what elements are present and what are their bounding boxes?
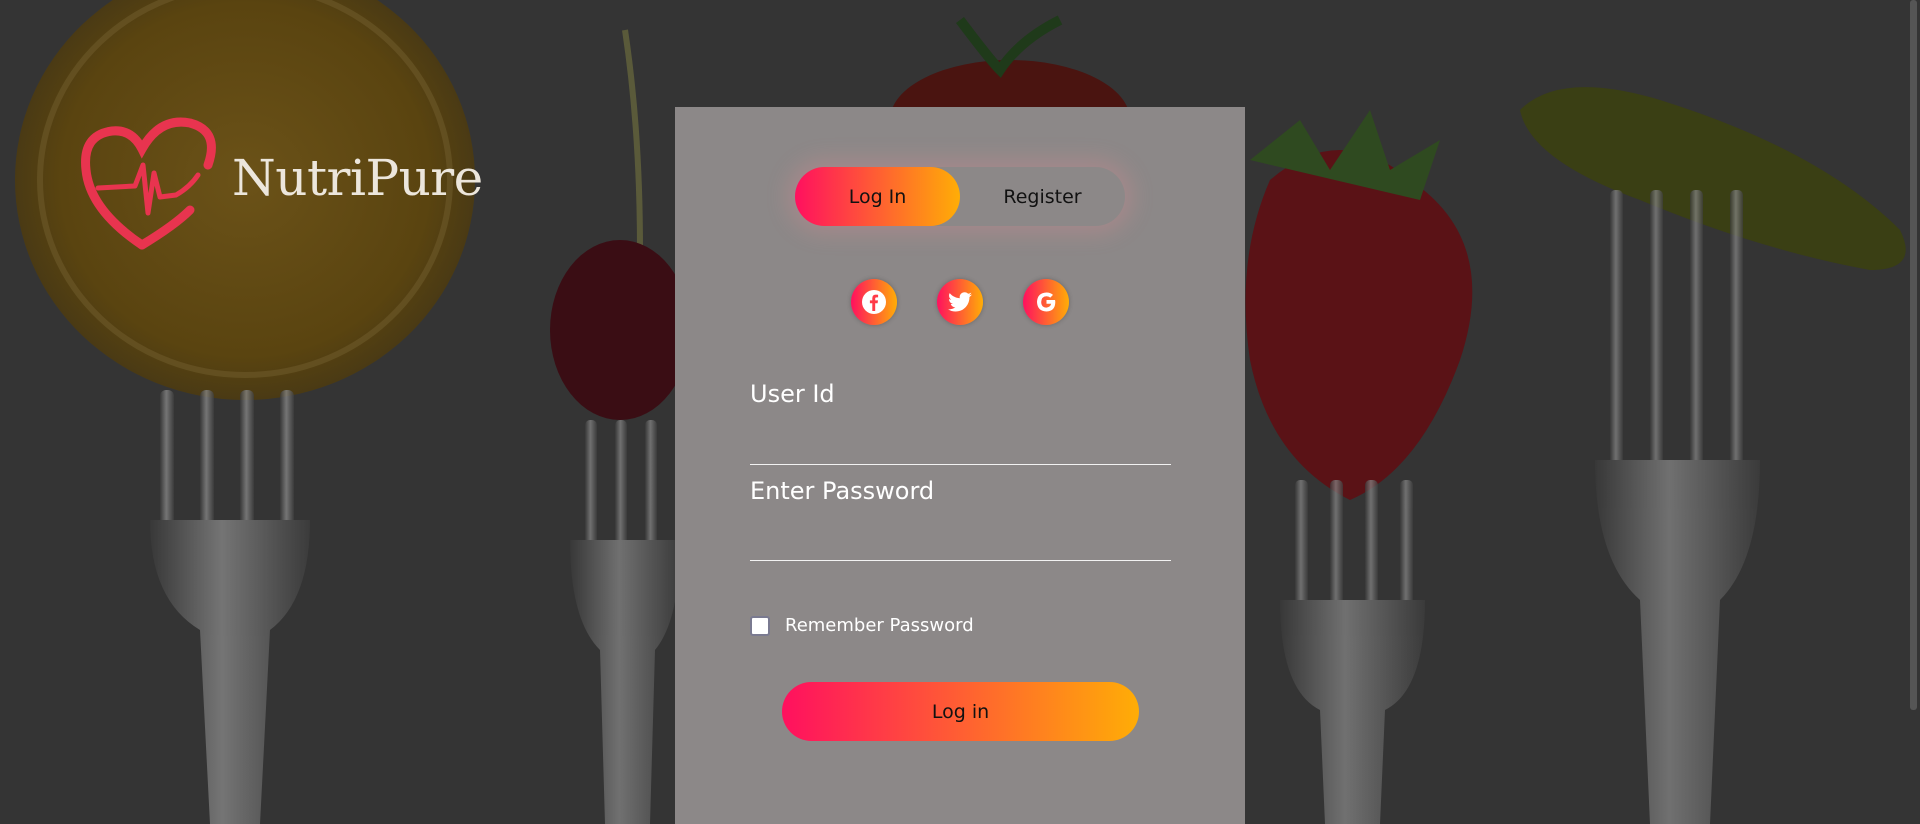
password-input[interactable] <box>750 529 1171 561</box>
google-login-button[interactable] <box>1023 279 1069 325</box>
page-scrollbar[interactable] <box>1910 0 1917 710</box>
facebook-icon <box>862 290 886 314</box>
facebook-login-button[interactable] <box>851 279 897 325</box>
twitter-login-button[interactable] <box>937 279 983 325</box>
remember-password-checkbox[interactable] <box>750 616 770 636</box>
user-id-input[interactable] <box>750 433 1171 465</box>
user-id-label: User Id <box>750 380 835 408</box>
remember-password-label: Remember Password <box>785 615 974 636</box>
twitter-icon <box>948 292 972 312</box>
tab-login[interactable]: Log In <box>795 167 960 226</box>
brand-logo: NutriPure <box>80 115 483 255</box>
tab-register[interactable]: Register <box>960 167 1125 226</box>
auth-panel: Log In Register User Id Enter Password R… <box>675 107 1245 824</box>
auth-mode-toggle: Log In Register <box>795 167 1125 226</box>
google-icon <box>1037 292 1056 312</box>
brand-name: NutriPure <box>232 149 483 207</box>
login-submit-button[interactable]: Log in <box>782 682 1139 741</box>
heart-heartbeat-icon <box>81 117 216 250</box>
password-label: Enter Password <box>750 477 935 505</box>
